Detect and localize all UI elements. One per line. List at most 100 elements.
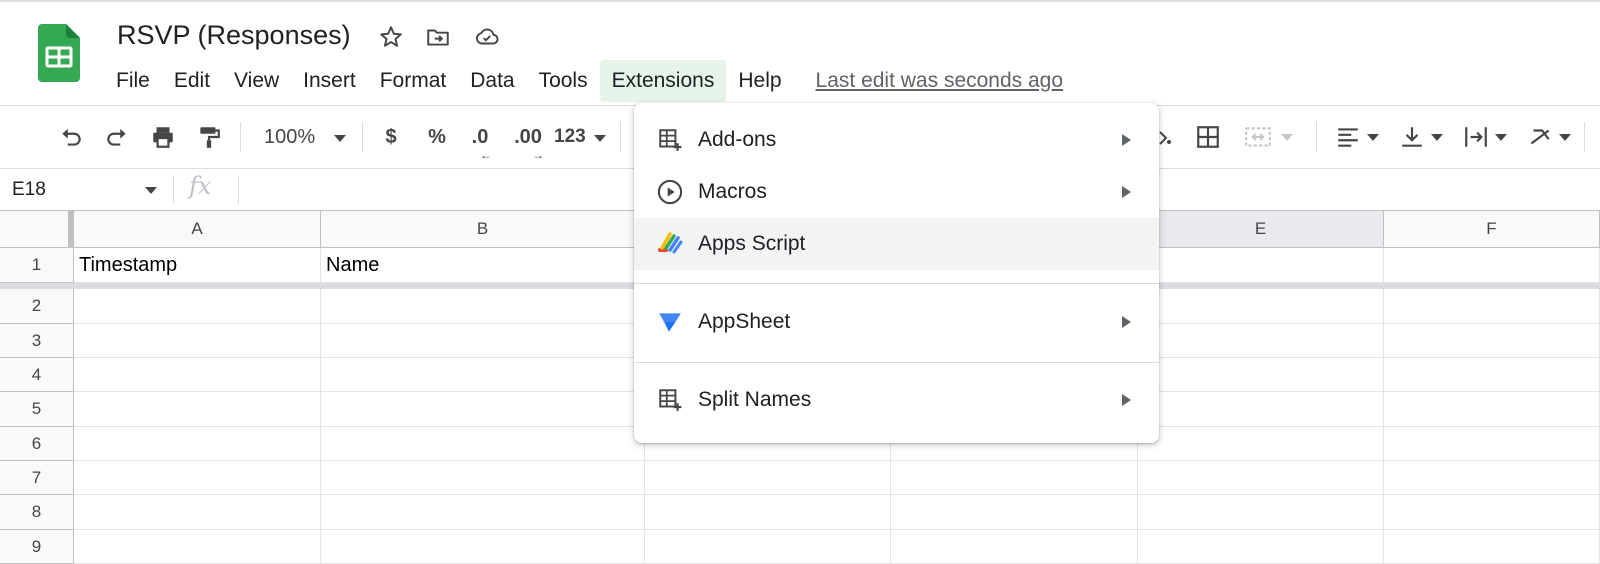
column-header-b[interactable]: B [321,211,645,248]
row-header-9[interactable]: 9 [0,530,74,564]
cell-a3[interactable] [74,324,321,358]
cloud-saved-icon[interactable] [474,24,500,50]
decrease-decimal-button[interactable]: .0 ← [462,120,498,163]
cell-e9[interactable] [1138,530,1384,564]
horizontal-align-icon[interactable] [1330,120,1384,154]
menu-item-appsheet[interactable]: AppSheet [634,296,1159,348]
cell-b8[interactable] [321,495,645,530]
cell-d9[interactable] [891,530,1138,564]
merge-cells-icon[interactable] [1240,120,1296,154]
cell-a6[interactable] [74,427,321,461]
cell-e4[interactable] [1138,358,1384,392]
cell-f5[interactable] [1384,392,1600,427]
move-to-folder-icon[interactable] [425,24,451,50]
cell-f9[interactable] [1384,530,1600,564]
increase-decimal-button[interactable]: .00 → [508,120,548,163]
cell-b4[interactable] [321,358,645,392]
cell-f2[interactable] [1384,289,1600,324]
row-header-5[interactable]: 5 [0,392,74,427]
menu-file[interactable]: File [104,60,162,102]
menu-data[interactable]: Data [458,60,526,102]
menu-view[interactable]: View [222,60,291,102]
google-sheets-logo-icon[interactable] [38,24,80,82]
row-header-8[interactable]: 8 [0,495,74,530]
row-header-3[interactable]: 3 [0,324,74,358]
redo-icon[interactable] [100,120,134,154]
menu-item-split-names[interactable]: Split Names [634,374,1159,426]
row-header-1[interactable]: 1 [0,248,74,283]
currency-format-button[interactable]: $ [376,120,406,154]
cell-f8[interactable] [1384,495,1600,530]
menu-item-macros[interactable]: Macros [634,166,1159,218]
cell-e1[interactable] [1138,248,1384,283]
cell-f6[interactable] [1384,427,1600,461]
cell-f1[interactable] [1384,248,1600,283]
print-icon[interactable] [146,120,180,154]
text-rotation-icon[interactable] [1522,120,1576,154]
cell-b9[interactable] [321,530,645,564]
undo-icon[interactable] [54,120,88,154]
menu-help[interactable]: Help [726,60,793,102]
chevron-down-icon [334,135,346,142]
name-box[interactable]: E18 [12,176,162,204]
chevron-down-icon[interactable] [145,187,157,194]
toolbar-separator [240,122,241,152]
paint-format-icon[interactable] [192,120,226,154]
column-header-e[interactable]: E [1138,211,1384,248]
last-edit-link[interactable]: Last edit was seconds ago [816,69,1064,93]
cell-b1[interactable]: Name [321,248,645,283]
cell-e3[interactable] [1138,324,1384,358]
fill-color-icon[interactable] [1158,120,1172,154]
macros-play-icon [656,178,684,206]
cell-b7[interactable] [321,461,645,495]
cell-a8[interactable] [74,495,321,530]
cell-b5[interactable] [321,392,645,427]
cell-e7[interactable] [1138,461,1384,495]
cell-c8[interactable] [645,495,891,530]
cell-e2[interactable] [1138,289,1384,324]
menu-format[interactable]: Format [368,60,459,102]
cell-a5[interactable] [74,392,321,427]
add-ons-icon [656,126,684,154]
percent-format-button[interactable]: % [422,120,452,154]
more-formats-select[interactable]: 123 [554,120,612,154]
toolbar-separator [362,122,363,152]
cell-e8[interactable] [1138,495,1384,530]
text-wrapping-icon[interactable] [1458,120,1512,154]
cell-a9[interactable] [74,530,321,564]
column-header-a[interactable]: A [74,211,321,248]
menu-insert[interactable]: Insert [291,60,368,102]
cell-d7[interactable] [891,461,1138,495]
cell-a1[interactable]: Timestamp [74,248,321,283]
select-all-corner[interactable] [0,211,74,248]
row-header-6[interactable]: 6 [0,427,74,461]
row-header-7[interactable]: 7 [0,461,74,495]
menu-edit[interactable]: Edit [162,60,222,102]
cell-e5[interactable] [1138,392,1384,427]
cell-b3[interactable] [321,324,645,358]
menu-tools[interactable]: Tools [527,60,600,102]
cell-b2[interactable] [321,289,645,324]
cell-e6[interactable] [1138,427,1384,461]
cell-a4[interactable] [74,358,321,392]
cell-b6[interactable] [321,427,645,461]
cell-a2[interactable] [74,289,321,324]
cell-c7[interactable] [645,461,891,495]
document-title[interactable]: RSVP (Responses) [117,20,351,51]
cell-f7[interactable] [1384,461,1600,495]
star-icon[interactable] [378,24,404,50]
row-header-4[interactable]: 4 [0,358,74,392]
column-header-f[interactable]: F [1384,211,1600,248]
menu-extensions[interactable]: Extensions [599,60,727,102]
cell-a7[interactable] [74,461,321,495]
cell-f3[interactable] [1384,324,1600,358]
menu-item-add-ons[interactable]: Add-ons [634,114,1159,166]
cell-d8[interactable] [891,495,1138,530]
row-header-2[interactable]: 2 [0,289,74,324]
menu-item-apps-script[interactable]: Apps Script [634,218,1159,270]
zoom-select[interactable]: 100% [256,120,356,154]
cell-c9[interactable] [645,530,891,564]
cell-f4[interactable] [1384,358,1600,392]
vertical-align-icon[interactable] [1394,120,1448,154]
borders-icon[interactable] [1192,120,1224,154]
